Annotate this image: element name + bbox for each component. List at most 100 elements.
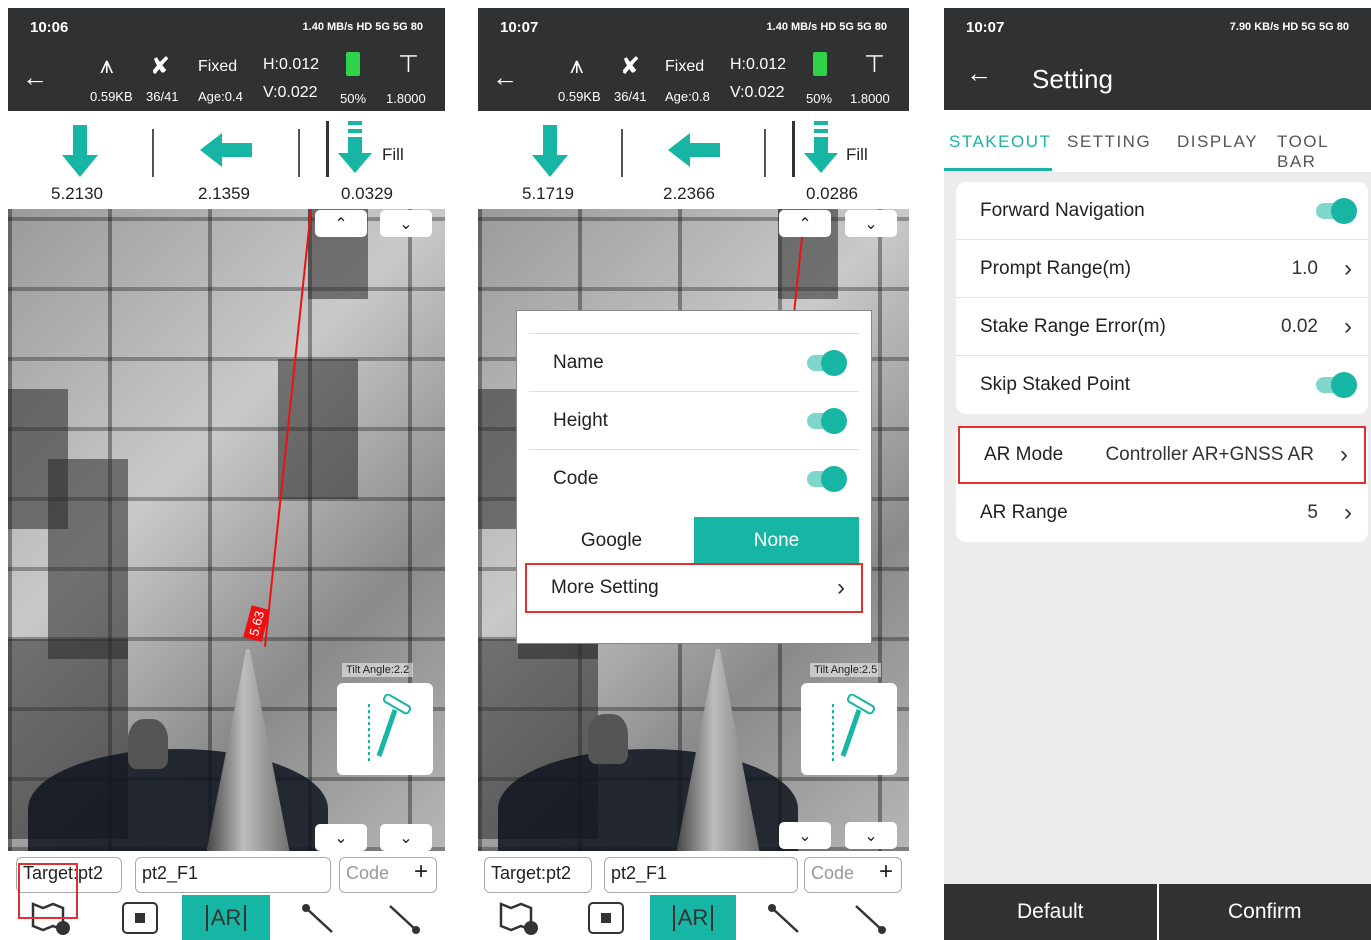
scroll-down-button[interactable]: ⌄ bbox=[380, 210, 432, 237]
paving-tile bbox=[278, 359, 358, 499]
fill-label: Fill bbox=[382, 145, 404, 164]
north-distance: 5.1719 bbox=[522, 184, 574, 203]
add-code-icon[interactable]: + bbox=[879, 858, 893, 886]
forward-navigation-row[interactable]: Forward Navigation bbox=[956, 182, 1368, 240]
target-button[interactable]: Target:pt2 bbox=[484, 857, 592, 893]
ar-mode-row[interactable]: AR Mode Controller AR+GNSS AR › bbox=[958, 426, 1366, 484]
tilt-pole-card[interactable] bbox=[337, 683, 433, 775]
divider bbox=[298, 129, 300, 177]
code-input[interactable]: Code + bbox=[339, 857, 437, 893]
battery-icon bbox=[346, 52, 360, 76]
status-bar: 10:06 1.40 MB/s HD 5G 5G 80 bbox=[8, 8, 445, 46]
focus-point-icon[interactable] bbox=[576, 895, 636, 940]
gnss-info-bar: ← ⩚ ✘ Fixed H:0.012 V:0.022 ⊤ 0.59KB 36/… bbox=[478, 46, 909, 111]
prompt-range-row[interactable]: Prompt Range(m) 1.0 › bbox=[956, 240, 1368, 298]
map-option-google[interactable]: Google bbox=[529, 517, 694, 565]
collapse-button[interactable]: ⌄ bbox=[779, 822, 831, 849]
scroll-up-button[interactable]: ⌃ bbox=[779, 210, 831, 237]
previous-point-icon[interactable] bbox=[754, 895, 814, 940]
divider bbox=[152, 129, 154, 177]
popup-row-code[interactable]: Code bbox=[529, 449, 859, 507]
back-arrow-icon[interactable]: ← bbox=[22, 62, 48, 93]
stakeout-settings-card: Forward Navigation Prompt Range(m) 1.0 › S… bbox=[956, 182, 1368, 414]
clock: 10:07 bbox=[966, 18, 1005, 36]
arrow-down-icon bbox=[62, 125, 98, 177]
tab-display[interactable]: DISPLAY bbox=[1177, 132, 1258, 152]
settings-screen: 10:07 7.90 KB/s HD 5G 5G 80 ← Setting ST… bbox=[944, 8, 1371, 940]
forward-navigation-toggle[interactable] bbox=[1316, 197, 1357, 224]
footer-actions: Default Confirm bbox=[944, 884, 1371, 940]
bottom-toolbar: AR bbox=[478, 895, 909, 940]
v-precision: V:0.022 bbox=[263, 84, 318, 101]
chevron-right-icon: › bbox=[1344, 312, 1352, 340]
name-toggle[interactable] bbox=[807, 349, 847, 376]
previous-point-icon[interactable] bbox=[288, 895, 348, 940]
paving-tile bbox=[48, 459, 128, 659]
settings-tabs: STAKEOUT SETTING DISPLAY TOOL BAR bbox=[944, 110, 1371, 172]
pole-height-icon: ⊤ bbox=[398, 51, 419, 78]
popup-row-height[interactable]: Height bbox=[529, 391, 859, 449]
antenna-icon: ⩚ bbox=[100, 52, 114, 79]
code-input[interactable]: Code + bbox=[804, 857, 902, 893]
back-arrow-icon[interactable]: ← bbox=[492, 62, 518, 93]
point-inputs: Target:pt2 pt2_F1 Code + bbox=[478, 851, 909, 895]
height-toggle[interactable] bbox=[807, 407, 847, 434]
divider bbox=[764, 129, 766, 177]
add-code-icon[interactable]: + bbox=[414, 858, 428, 886]
ar-camera-view[interactable]: 5.63 ⌃ ⌄ Tilt Angle:2.2 ⌄ ⌄ bbox=[8, 209, 445, 851]
fill-label: Fill bbox=[846, 145, 868, 164]
status-icons: 1.40 MB/s HD 5G 5G 80 bbox=[766, 21, 887, 33]
data-rate: 0.59KB bbox=[558, 89, 601, 104]
clock: 10:06 bbox=[30, 18, 69, 36]
satellite-icon: ✘ bbox=[620, 53, 641, 80]
tab-setting[interactable]: SETTING bbox=[1067, 132, 1151, 152]
code-toggle[interactable] bbox=[807, 465, 847, 492]
tab-stakeout[interactable]: STAKEOUT bbox=[949, 132, 1051, 152]
arrow-left-icon bbox=[200, 133, 252, 167]
ar-settings-card: AR Mode Controller AR+GNSS AR › AR Range 5 › bbox=[956, 426, 1368, 542]
skip-staked-point-row[interactable]: Skip Staked Point bbox=[956, 356, 1368, 414]
user-foot bbox=[588, 714, 628, 764]
age: Age:0.4 bbox=[198, 89, 243, 104]
ar-stakeout-screen-1: 10:06 1.40 MB/s HD 5G 5G 80 ← ⩚ ✘ Fixed … bbox=[8, 8, 445, 940]
next-point-icon[interactable] bbox=[840, 895, 900, 940]
stake-range-error-row[interactable]: Stake Range Error(m) 0.02 › bbox=[956, 298, 1368, 356]
more-setting-row[interactable]: More Setting › bbox=[525, 563, 863, 613]
chevron-right-icon: › bbox=[1344, 254, 1352, 282]
expand-button[interactable]: ⌄ bbox=[845, 822, 897, 849]
age: Age:0.8 bbox=[665, 89, 710, 104]
tilt-pole-card[interactable] bbox=[801, 683, 897, 775]
east-distance: 2.2366 bbox=[663, 184, 715, 203]
confirm-button[interactable]: Confirm bbox=[1159, 884, 1371, 940]
collapse-button[interactable]: ⌄ bbox=[315, 824, 367, 851]
navigation-row: Fill 5.1719 2.2366 0.0286 bbox=[478, 111, 909, 209]
fix-status: Fixed bbox=[198, 58, 238, 75]
status-bar: 10:07 1.40 MB/s HD 5G 5G 80 bbox=[478, 8, 909, 46]
skip-staked-point-toggle[interactable] bbox=[1316, 372, 1357, 398]
antenna-height: 1.8000 bbox=[850, 91, 890, 106]
satellite-count: 36/41 bbox=[614, 89, 647, 104]
expand-button[interactable]: ⌄ bbox=[380, 824, 432, 851]
point-name-input[interactable]: pt2_F1 bbox=[604, 857, 798, 893]
point-name-input[interactable]: pt2_F1 bbox=[135, 857, 331, 893]
status-icons: 1.40 MB/s HD 5G 5G 80 bbox=[302, 21, 423, 33]
scroll-down-button[interactable]: ⌄ bbox=[845, 210, 897, 237]
next-point-icon[interactable] bbox=[374, 895, 434, 940]
ar-mode-button[interactable]: AR bbox=[182, 895, 270, 940]
map-settings-icon[interactable] bbox=[490, 895, 550, 940]
ar-range-row[interactable]: AR Range 5 › bbox=[956, 484, 1368, 542]
gnss-info-bar: ← ⩚ ✘ Fixed H:0.012 V:0.022 ⊤ 0.59KB 36/… bbox=[8, 46, 445, 111]
back-arrow-icon[interactable]: ← bbox=[966, 58, 992, 89]
battery-percent: 50% bbox=[806, 91, 833, 106]
satellite-count: 36/41 bbox=[146, 89, 179, 104]
scroll-up-button[interactable]: ⌃ bbox=[315, 210, 367, 237]
popup-row-name[interactable]: Name bbox=[529, 333, 859, 391]
tab-tool-bar[interactable]: TOOL BAR bbox=[1277, 132, 1371, 172]
default-button[interactable]: Default bbox=[944, 884, 1159, 940]
chevron-right-icon: › bbox=[837, 574, 845, 601]
pole-height-icon: ⊤ bbox=[864, 51, 885, 78]
clock: 10:07 bbox=[500, 18, 539, 36]
ar-mode-button[interactable]: AR bbox=[650, 895, 736, 940]
map-option-none[interactable]: None bbox=[694, 517, 859, 565]
focus-point-icon[interactable] bbox=[110, 895, 170, 940]
